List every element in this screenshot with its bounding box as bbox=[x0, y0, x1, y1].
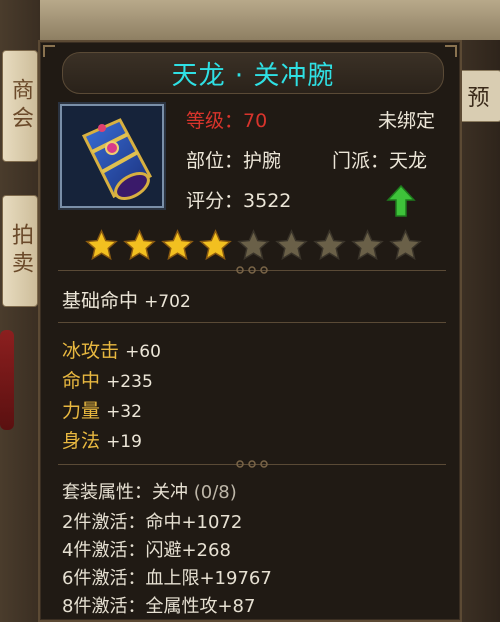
star-empty-icon bbox=[389, 229, 422, 261]
score-value: 3522 bbox=[243, 190, 292, 212]
divider-ornament bbox=[236, 266, 268, 274]
star-filled-icon bbox=[85, 229, 118, 261]
tassel-decoration bbox=[0, 330, 14, 430]
set-count: (0/8) bbox=[193, 482, 237, 503]
set-header: 套装属性：关冲 (0/8) bbox=[62, 478, 237, 504]
base-attr-label: 基础命中 bbox=[62, 290, 139, 312]
set-name: 关冲 bbox=[152, 482, 188, 503]
panel-corner bbox=[445, 45, 457, 57]
level-label: 等级： bbox=[186, 110, 244, 132]
auction-button[interactable]: 拍卖 bbox=[2, 195, 38, 307]
divider bbox=[58, 322, 446, 323]
score-label: 评分： bbox=[186, 190, 244, 212]
bonus-attr-label: 力量 bbox=[62, 400, 101, 422]
star-empty-icon bbox=[351, 229, 384, 261]
star-filled-icon bbox=[123, 229, 156, 261]
bonus-attribute: 命中 +235 bbox=[62, 366, 153, 393]
bind-status: 未绑定 bbox=[378, 110, 436, 132]
bonus-attribute: 冰攻击 +60 bbox=[62, 336, 161, 363]
item-name: 天龙 · 关冲腕 bbox=[171, 60, 335, 91]
divider-ornament bbox=[236, 460, 268, 468]
set-bonus-label: 2件激活： bbox=[62, 512, 146, 533]
level-value: 70 bbox=[243, 110, 268, 132]
set-bonus-value: 闪避+268 bbox=[145, 540, 231, 561]
slot-value: 护腕 bbox=[243, 150, 282, 172]
star-filled-icon bbox=[161, 229, 194, 261]
star-rating bbox=[84, 228, 423, 263]
set-bonus: 2件激活：命中+1072 bbox=[62, 508, 242, 534]
bonus-attr-value: +32 bbox=[106, 402, 142, 422]
slot-line: 部位：护腕 bbox=[186, 146, 281, 173]
green-up-arrow-icon bbox=[386, 184, 416, 217]
bonus-attr-value: +19 bbox=[106, 432, 142, 452]
star-empty-icon bbox=[313, 229, 346, 261]
bonus-attr-value: +235 bbox=[106, 372, 153, 392]
bonus-attr-label: 身法 bbox=[62, 430, 101, 452]
bonus-attr-value: +60 bbox=[125, 342, 161, 362]
star-empty-icon bbox=[237, 229, 270, 261]
item-icon-slot bbox=[60, 104, 164, 208]
slot-label: 部位： bbox=[186, 150, 244, 172]
set-bonus: 8件激活：全属性攻+87 bbox=[62, 592, 255, 618]
set-bonus: 6件激活：血上限+19767 bbox=[62, 564, 272, 590]
item-tooltip-panel: 天龙 · 关冲腕 等级：70 未绑定 部位：护腕 门派：天龙 评分：3522 基… bbox=[38, 40, 462, 622]
panel-corner bbox=[43, 45, 55, 57]
set-bonus: 4件激活：闪避+268 bbox=[62, 536, 231, 562]
item-title-bar: 天龙 · 关冲腕 bbox=[62, 52, 444, 94]
level-line: 等级：70 bbox=[186, 106, 267, 133]
set-bonus-value: 命中+1072 bbox=[145, 512, 243, 533]
bonus-attribute: 力量 +32 bbox=[62, 396, 142, 423]
base-attribute: 基础命中 +702 bbox=[62, 286, 191, 313]
bonus-attr-label: 命中 bbox=[62, 370, 101, 392]
sect-label: 门派： bbox=[332, 150, 390, 172]
star-empty-icon bbox=[275, 229, 308, 261]
sect-line: 门派：天龙 bbox=[332, 146, 427, 173]
bonus-attr-label: 冰攻击 bbox=[62, 340, 120, 362]
scene-right-strip bbox=[462, 40, 500, 622]
set-bonus-label: 8件激活： bbox=[62, 596, 146, 617]
bracer-icon bbox=[81, 118, 153, 200]
sect-value: 天龙 bbox=[389, 150, 428, 172]
bonus-attribute: 身法 +19 bbox=[62, 426, 142, 453]
scene-top-strip bbox=[0, 0, 500, 40]
set-bonus-value: 全属性攻+87 bbox=[145, 596, 256, 617]
star-filled-icon bbox=[199, 229, 232, 261]
set-header-label: 套装属性： bbox=[62, 482, 152, 503]
set-bonus-value: 血上限+19767 bbox=[145, 568, 272, 589]
set-bonus-label: 6件激活： bbox=[62, 568, 146, 589]
base-attr-value: +702 bbox=[144, 292, 191, 312]
set-bonus-label: 4件激活： bbox=[62, 540, 146, 561]
score-line: 评分：3522 bbox=[186, 186, 291, 213]
chamber-of-commerce-button[interactable]: 商会 bbox=[2, 50, 38, 162]
